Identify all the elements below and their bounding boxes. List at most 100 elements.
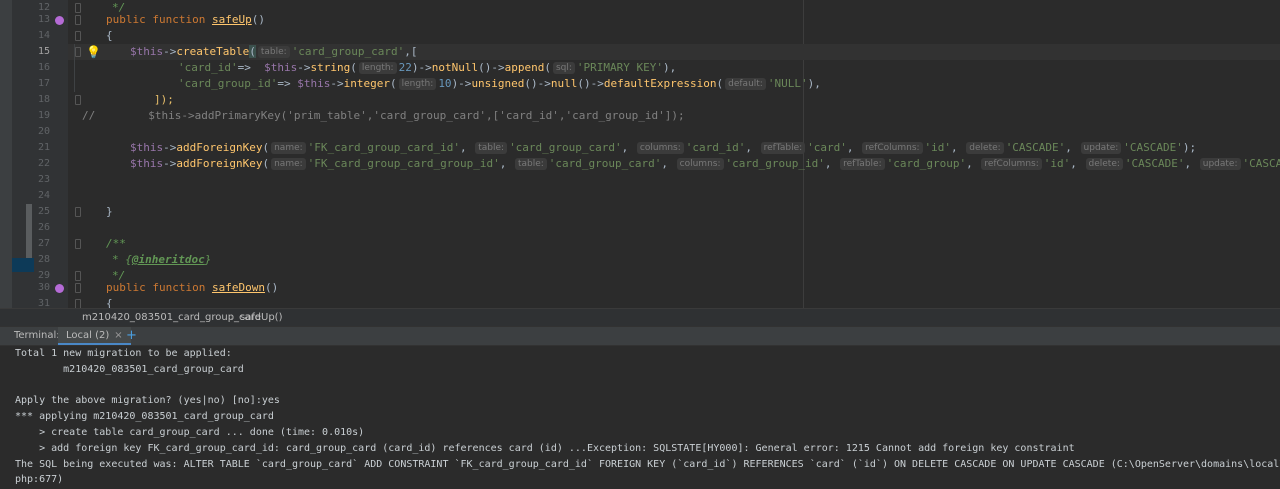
paren-match: ( (249, 45, 256, 58)
param-hint: refTable: (840, 158, 885, 170)
code-line[interactable]: 25 } (0, 204, 1280, 220)
variable: $this (130, 157, 164, 170)
method-call: createTable (176, 45, 250, 58)
tab-label: Local (2) (66, 330, 110, 341)
code-text: ( (716, 77, 724, 90)
code-text: ); (1182, 141, 1197, 154)
terminal-line: > create table card_group_card ... done … (15, 427, 365, 438)
code-line[interactable]: 27 /** (0, 236, 1280, 252)
code-line[interactable]: 22 $this->addForeignKey(name: 'FK_card_gr… (0, 156, 1280, 172)
string-literal: 'card_group_card' (548, 157, 662, 170)
line-number: 15 (37, 46, 50, 57)
code-text: ( (350, 61, 357, 74)
code-text: ()-> (478, 61, 505, 74)
line-number: 22 (37, 158, 50, 169)
code-text: ), (662, 61, 677, 74)
code-line[interactable]: 28 * {@inheritdoc} (0, 252, 1280, 268)
code-line[interactable]: 20 (0, 124, 1280, 140)
implements-method-icon[interactable] (55, 16, 64, 25)
fold-marker[interactable] (75, 95, 81, 105)
fold-marker[interactable] (75, 31, 81, 41)
terminal-toolbar: Terminal: Local (2) × + (0, 326, 1280, 346)
terminal-line: m210420_083501_card_group_card (15, 364, 244, 375)
breadcrumb-method[interactable]: safeUp() (240, 309, 282, 327)
fold-marker[interactable] (75, 299, 81, 308)
code-line[interactable]: 17 'card_group_id'=> $this->integer(leng… (0, 76, 1280, 92)
param-hint: table: (475, 142, 508, 154)
param-hint: table: (257, 46, 290, 58)
fold-marker[interactable] (75, 47, 81, 57)
code-line[interactable]: 19 // $this->addPrimaryKey('prim_table',… (0, 108, 1280, 124)
fold-marker[interactable] (75, 239, 81, 249)
code-line[interactable]: 13 public function safeUp() (0, 12, 1280, 28)
param-hint: delete: (1085, 158, 1123, 170)
param-hint: default: (725, 78, 766, 90)
fold-marker[interactable] (75, 283, 81, 293)
code-text: { (106, 297, 113, 308)
code-text: ()-> (577, 77, 604, 90)
code-text: ,[ (404, 45, 418, 58)
param-hint: refColumns: (862, 142, 923, 154)
code-line[interactable]: 23 (0, 172, 1280, 188)
operator: -> (163, 157, 177, 170)
string-literal: 'card_group_card' (291, 45, 405, 58)
code-line[interactable]: 21 $this->addForeignKey(name: 'FK_card_gr… (0, 140, 1280, 156)
variable: $this (264, 61, 298, 74)
param-hint: delete: (966, 142, 1004, 154)
fold-marker[interactable] (75, 207, 81, 217)
operator: -> (163, 141, 177, 154)
code-line-current[interactable]: 15 💡 $this->createTable(table:'card_grou… (0, 44, 1280, 60)
string-literal: 'CASCADE' (1242, 157, 1280, 170)
close-icon[interactable]: × (114, 330, 122, 341)
lightbulb-icon[interactable]: 💡 (86, 45, 101, 59)
line-number: 20 (37, 126, 50, 137)
string-literal: 'PRIMARY KEY' (576, 61, 663, 74)
code-line[interactable]: 24 (0, 188, 1280, 204)
string-literal: 'NULL' (767, 77, 808, 90)
code-line[interactable]: 26 (0, 220, 1280, 236)
operator: -> (297, 61, 311, 74)
method-call: addForeignKey (176, 157, 263, 170)
code-editor[interactable]: 12 */ 13 public function safeUp() 14 { 1… (0, 0, 1280, 308)
code-text: )-> (411, 61, 432, 74)
code-line[interactable]: 31 { (0, 296, 1280, 308)
keyword: function (152, 281, 206, 294)
code-text: ), (807, 77, 821, 90)
param-hint: refColumns: (981, 158, 1042, 170)
code-line[interactable]: 16 'card_id'=> $this->string(length: 22)-… (0, 44, 1280, 92)
method-call: null (550, 77, 578, 90)
line-number: 17 (37, 78, 50, 89)
code-text: () (251, 13, 265, 26)
fold-marker[interactable] (75, 15, 81, 25)
keyword: public (106, 13, 146, 26)
line-number: 24 (37, 190, 50, 201)
terminal-output[interactable]: Total 1 new migration to be applied: m21… (0, 346, 1280, 489)
variable: $this (297, 77, 331, 90)
terminal-line: Apply the above migration? (yes|no) [no]… (15, 395, 280, 406)
line-number: 28 (37, 254, 50, 265)
implements-method-icon[interactable] (55, 284, 64, 293)
terminal-label: Terminal: (14, 330, 60, 341)
operator: => (237, 61, 265, 74)
breadcrumb-file[interactable]: m210420_083501_card_group_card (82, 309, 261, 327)
operator: -> (330, 77, 344, 90)
line-number: 19 (37, 110, 50, 121)
string-literal: 'card_group_id' (178, 77, 278, 90)
param-hint: columns: (636, 142, 684, 154)
code-text: ]); (154, 93, 174, 106)
method-name: safeDown (211, 281, 265, 294)
method-call: addForeignKey (176, 141, 263, 154)
method-call: integer (343, 77, 390, 90)
param-hint: sql: (552, 62, 575, 74)
code-line[interactable]: 30 public function safeDown() (0, 280, 1280, 296)
terminal-line: php:677) (15, 474, 64, 485)
string-literal: 'card_id' (178, 61, 238, 74)
code-line[interactable]: 18 ]); (0, 92, 1280, 108)
add-tab-icon[interactable]: + (126, 327, 137, 345)
variable: $this (130, 45, 164, 58)
code-line[interactable]: 14 { (0, 28, 1280, 44)
tab-local-2[interactable]: Local (2) × (58, 327, 131, 345)
terminal-line: The SQL being executed was: ALTER TABLE … (15, 459, 1280, 470)
doc-comment: /** (106, 237, 126, 250)
string-literal: 'card_group_id' (725, 157, 825, 170)
